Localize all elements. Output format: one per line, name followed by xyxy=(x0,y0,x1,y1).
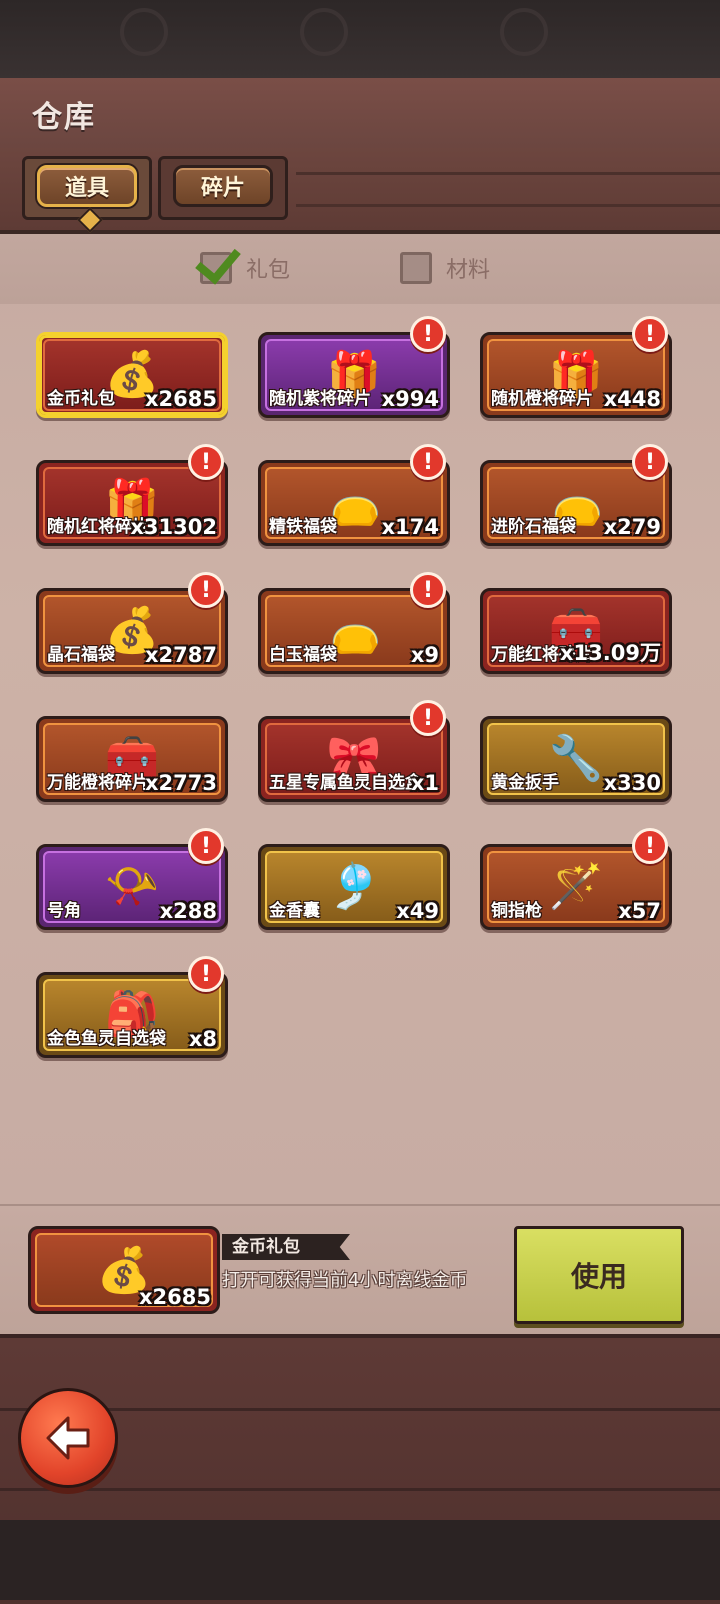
alert-badge-icon: ! xyxy=(188,956,224,992)
item-icon: 🎐 xyxy=(326,861,382,912)
selected-item-qty: x2685 xyxy=(139,1285,211,1309)
use-button[interactable]: 使用 xyxy=(514,1226,684,1324)
item-name: 金香囊 xyxy=(269,901,320,922)
tab-bar: 道具 碎片 xyxy=(0,148,720,234)
item-quantity: x1 xyxy=(410,771,439,795)
filter-materials-label: 材料 xyxy=(446,258,491,283)
item-quantity: x279 xyxy=(603,515,661,539)
selected-item-card: 💰 x2685 xyxy=(28,1226,220,1314)
tab-fragments[interactable]: 碎片 xyxy=(158,156,288,220)
inventory-item[interactable]: 🎁 随机橙将碎片 x448! xyxy=(480,316,672,418)
selected-item-description: 打开可获得当前4小时离线金币 xyxy=(222,1270,468,1291)
alert-badge-icon: ! xyxy=(632,828,668,864)
filter-gift-packs-label: 礼包 xyxy=(246,258,291,283)
item-name: 万能橙将碎片 xyxy=(47,773,149,794)
item-card: 🔧 黄金扳手 x330 xyxy=(480,716,672,802)
inventory-item[interactable]: 💰 晶石福袋 x2787! xyxy=(36,572,228,674)
item-quantity: x57 xyxy=(618,899,661,923)
inventory-panel: 礼包 材料 💰 金币礼包 x2685 🎁 随机紫将碎片 x994! 🎁 随机橙将碎片 x448!… xyxy=(0,234,720,1204)
item-quantity: x49 xyxy=(396,899,439,923)
active-tab-pointer-icon xyxy=(77,207,103,233)
item-name: 五星专属鱼灵自选盒 xyxy=(269,773,422,794)
alert-badge-icon: ! xyxy=(188,572,224,608)
item-card: 🧰 万能红将碎片 x13.09万 xyxy=(480,588,672,674)
inventory-item[interactable]: 📯 号角 x288! xyxy=(36,828,228,930)
inventory-item[interactable]: 👝 白玉福袋 x9! xyxy=(258,572,450,674)
item-card: 🧰 万能橙将碎片 x2773 xyxy=(36,716,228,802)
wood-plank xyxy=(0,1488,720,1491)
page-title: 仓库 xyxy=(32,100,96,135)
item-card: 💰 金币礼包 x2685 xyxy=(36,332,228,418)
item-quantity: x448 xyxy=(603,387,661,411)
item-name: 进阶石福袋 xyxy=(491,517,576,538)
ornament-icon xyxy=(120,8,168,56)
gift-pack-checkbox[interactable] xyxy=(195,237,241,285)
item-quantity: x2787 xyxy=(145,643,217,667)
tab-fragments-label: 碎片 xyxy=(173,165,273,207)
inventory-item[interactable]: 🧰 万能红将碎片 x13.09万 xyxy=(480,582,672,674)
inventory-item[interactable]: 🎁 随机红将碎片 x31302! xyxy=(36,444,228,546)
back-button[interactable] xyxy=(18,1388,118,1488)
back-arrow-icon xyxy=(46,1416,90,1460)
item-quantity: x13.09万 xyxy=(560,641,661,665)
tab-items-label: 道具 xyxy=(37,165,137,207)
item-name: 金币礼包 xyxy=(47,389,115,410)
filter-bar: 礼包 材料 xyxy=(0,234,720,304)
materials-checkbox[interactable] xyxy=(400,252,432,284)
item-name: 精铁福袋 xyxy=(269,517,337,538)
item-name: 白玉福袋 xyxy=(269,645,337,666)
item-name: 黄金扳手 xyxy=(491,773,559,794)
alert-badge-icon: ! xyxy=(410,444,446,480)
item-quantity: x288 xyxy=(159,899,217,923)
filter-gift-packs[interactable]: 礼包 xyxy=(195,237,291,285)
item-quantity: x330 xyxy=(603,771,661,795)
inventory-item[interactable]: 💰 金币礼包 x2685 xyxy=(36,326,228,418)
top-decoration xyxy=(0,0,720,80)
selected-item-name: 金币礼包 xyxy=(222,1234,350,1260)
item-icon: 📯 xyxy=(104,861,160,912)
inventory-item[interactable]: 🎐 金香囊 x49 xyxy=(258,838,450,930)
header: 仓库 xyxy=(0,78,720,153)
alert-badge-icon: ! xyxy=(410,572,446,608)
item-name: 随机橙将碎片 xyxy=(491,389,593,410)
item-quantity: x8 xyxy=(188,1027,217,1051)
alert-badge-icon: ! xyxy=(188,828,224,864)
item-name: 号角 xyxy=(47,901,81,922)
filter-materials[interactable]: 材料 xyxy=(400,252,490,284)
item-icon: 🪄 xyxy=(548,861,604,912)
item-detail-panel: 💰 x2685 金币礼包 打开可获得当前4小时离线金币 使用 xyxy=(0,1204,720,1336)
item-quantity: x994 xyxy=(381,387,439,411)
alert-badge-icon: ! xyxy=(632,316,668,352)
item-quantity: x2685 xyxy=(145,387,217,411)
footer-strip xyxy=(0,1520,720,1600)
ornament-icon xyxy=(300,8,348,56)
inventory-item[interactable]: 🎒 金色鱼灵自选袋 x8! xyxy=(36,956,228,1058)
item-quantity: x174 xyxy=(381,515,439,539)
inventory-item[interactable]: 🎀 五星专属鱼灵自选盒 x1! xyxy=(258,700,450,802)
inventory-item[interactable]: 🪄 铜指枪 x57! xyxy=(480,828,672,930)
alert-badge-icon: ! xyxy=(188,444,224,480)
wood-plank xyxy=(296,172,720,175)
item-name: 晶石福袋 xyxy=(47,645,115,666)
wood-plank xyxy=(296,204,720,207)
check-icon xyxy=(195,237,241,285)
inventory-item[interactable]: 👝 进阶石福袋 x279! xyxy=(480,444,672,546)
inventory-item[interactable]: 👝 精铁福袋 x174! xyxy=(258,444,450,546)
item-quantity: x31302 xyxy=(130,515,217,539)
ornament-icon xyxy=(500,8,548,56)
item-quantity: x2773 xyxy=(145,771,217,795)
item-name: 随机紫将碎片 xyxy=(269,389,371,410)
tab-items[interactable]: 道具 xyxy=(22,156,152,233)
inventory-item[interactable]: 🧰 万能橙将碎片 x2773 xyxy=(36,710,228,802)
inventory-item[interactable]: 🔧 黄金扳手 x330 xyxy=(480,710,672,802)
inventory-item[interactable]: 🎁 随机紫将碎片 x994! xyxy=(258,316,450,418)
item-name: 金色鱼灵自选袋 xyxy=(47,1029,166,1050)
item-card: 🎐 金香囊 x49 xyxy=(258,844,450,930)
item-name: 铜指枪 xyxy=(491,901,542,922)
alert-badge-icon: ! xyxy=(632,444,668,480)
alert-badge-icon: ! xyxy=(410,700,446,736)
alert-badge-icon: ! xyxy=(410,316,446,352)
item-quantity: x9 xyxy=(410,643,439,667)
